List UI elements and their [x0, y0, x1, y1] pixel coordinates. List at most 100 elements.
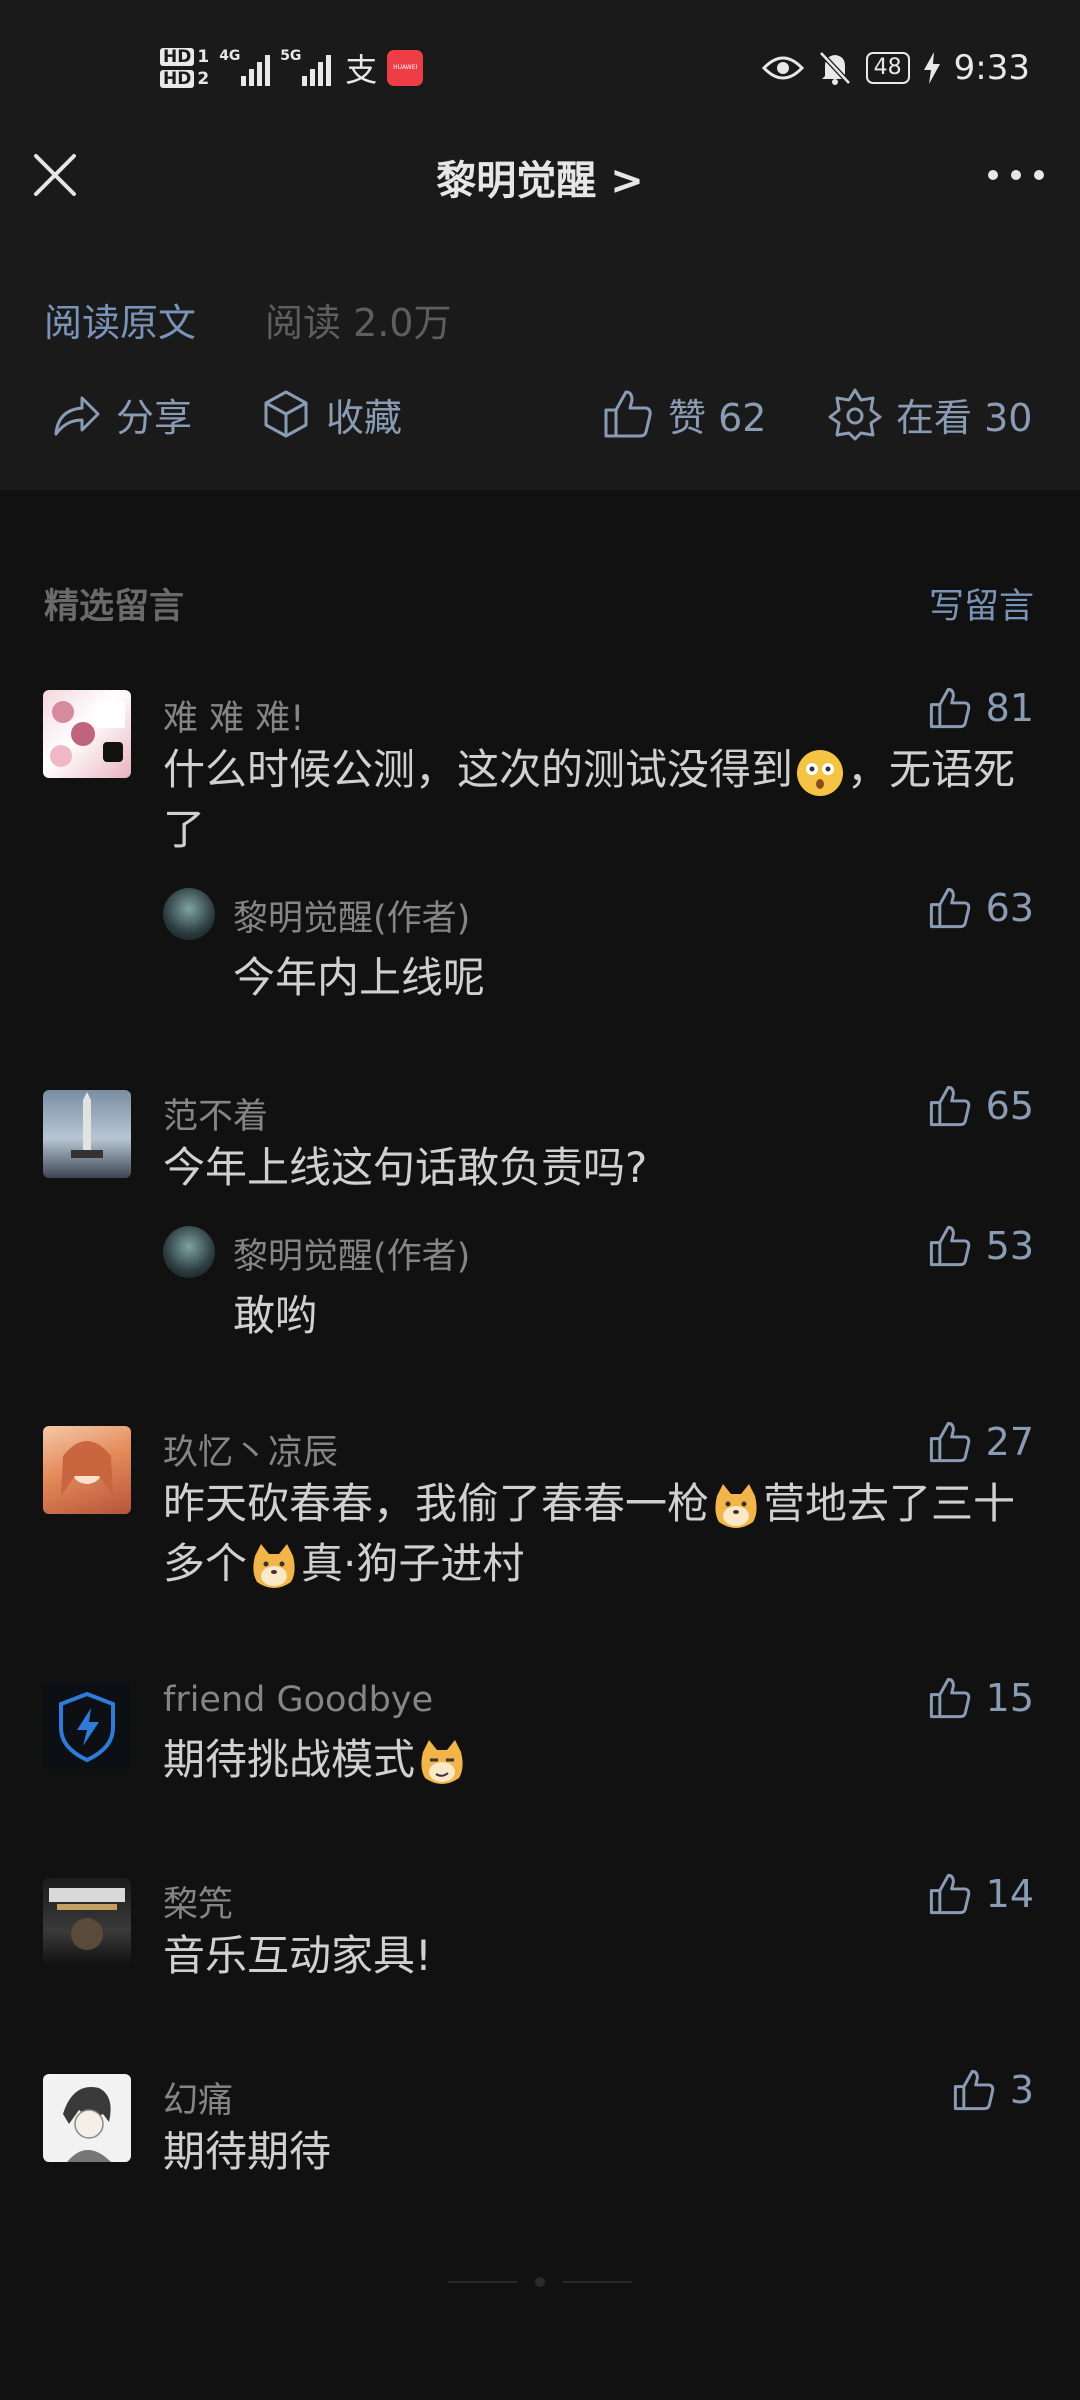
reply-like-button[interactable]: 53 [928, 1224, 1034, 1268]
comment-like-count: 65 [985, 1084, 1034, 1128]
comment-author: 玖忆丶凉辰 [163, 1433, 339, 1473]
reply-text: 敢哟 [233, 1291, 318, 1340]
comment-item: 幻痛 3 期待期待 [0, 2068, 1080, 2192]
sim-2-label: 2 [197, 69, 210, 89]
comment-author: 棃笐 [163, 1885, 234, 1925]
doge-emoji-icon [253, 1543, 295, 1588]
comment-author: 难 难 难! [163, 699, 305, 739]
account-title-link[interactable]: 黎明觉醒 > [0, 148, 1080, 206]
sparkle-icon [828, 388, 882, 441]
comment-author: 幻痛 [163, 2081, 234, 2121]
reply-like-button[interactable]: 63 [928, 886, 1034, 930]
comment-item: 范不着 65 今年上线这句话敢负责吗? 黎明觉醒(作者) 53 敢哟 [0, 1084, 1080, 1348]
signal-4g-icon: 4G [219, 48, 271, 86]
dizzy-face-emoji-icon [797, 749, 844, 796]
status-bar: HD 1 HD 2 4G 5G 支 HUAWEI 48 9:33 [0, 0, 1080, 135]
thumbs-up-icon [929, 887, 970, 929]
comment-text: 今年上线这句话敢负责吗? [163, 1143, 648, 1192]
avatar[interactable] [43, 1878, 131, 1966]
comment-text: 什么时候公测，这次的测试没得到 ，无语死了 [163, 740, 1033, 860]
like-count-label: 赞 62 [668, 395, 767, 440]
comment-like-button[interactable]: 14 [928, 1872, 1034, 1916]
watching-button[interactable]: 在看 30 [828, 384, 1032, 444]
comment-author: friend Goodbye [163, 1680, 434, 1720]
status-left: HD 1 HD 2 4G 5G 支 HUAWEI [160, 38, 424, 98]
comment-like-count: 14 [985, 1872, 1034, 1916]
comment-text: 音乐互动家具! [163, 1931, 432, 1980]
comment-text-part: 期待挑战模式 [163, 1735, 416, 1784]
thumbs-up-icon [953, 2069, 995, 2111]
network-type-label: 5G [280, 48, 302, 64]
avatar[interactable] [43, 2074, 131, 2162]
comment-item: friend Goodbye 15 期待挑战模式 [0, 1676, 1080, 1800]
alipay-icon: 支 [345, 51, 378, 89]
write-comment-button[interactable]: 写留言 [929, 578, 1034, 629]
cube-icon [264, 390, 308, 438]
doge-emoji-icon [715, 1483, 757, 1528]
comment-item: 玖忆丶凉辰 27 昨天砍春春，我偷了春春一枪 营地去了三十多个 真·狗子进村 [0, 1420, 1080, 1604]
comment-text: 期待挑战模式 [163, 1730, 1033, 1790]
comment-text-part: 昨天砍春春，我偷了春春一枪 [163, 1479, 710, 1528]
reply-like-count: 63 [985, 886, 1034, 930]
status-right: 48 9:33 [761, 40, 1030, 96]
reply-like-count: 53 [985, 1224, 1034, 1268]
more-options-icon[interactable] [988, 160, 1044, 190]
thumbs-up-icon [929, 687, 970, 729]
avatar[interactable] [43, 1682, 131, 1770]
comment-item: 难 难 难! 81 什么时候公测，这次的测试没得到 ，无语死了 黎明觉醒(作者) … [0, 686, 1080, 1010]
end-of-list-indicator [448, 2277, 632, 2287]
favorite-label: 收藏 [326, 395, 403, 440]
battery-icon: 48 [865, 52, 910, 84]
comment-like-count: 27 [985, 1420, 1034, 1464]
sim-1-label: 1 [197, 47, 210, 67]
comment-author: 范不着 [163, 1097, 269, 1137]
share-icon [54, 396, 100, 436]
network-type-label: 4G [219, 48, 241, 64]
comment-text: 昨天砍春春，我偷了春春一枪 营地去了三十多个 真·狗子进村 [163, 1474, 1033, 1594]
like-article-button[interactable]: 赞 62 [602, 384, 766, 444]
reply-author: 黎明觉醒(作者) [233, 1237, 471, 1277]
eye-icon [761, 56, 804, 80]
author-avatar[interactable] [163, 1226, 215, 1278]
comment-like-button[interactable]: 15 [928, 1676, 1034, 1720]
clock: 9:33 [953, 48, 1030, 88]
share-label: 分享 [116, 395, 193, 440]
comment-like-count: 81 [985, 686, 1034, 730]
thumbs-up-icon [929, 1225, 970, 1267]
smug-doge-emoji-icon [421, 1739, 463, 1784]
signal-5g-icon: 5G [280, 48, 332, 86]
avatar[interactable] [43, 1090, 131, 1178]
comment-like-count: 15 [985, 1676, 1034, 1720]
comment-like-count: 3 [1009, 2068, 1034, 2112]
comment-text-part: 真·狗子进村 [301, 1539, 525, 1588]
author-avatar[interactable] [163, 888, 215, 940]
thumbs-up-icon [929, 1085, 970, 1127]
avatar[interactable] [43, 1426, 131, 1514]
share-button[interactable]: 分享 [50, 384, 192, 444]
huawei-app-icon: HUAWEI [387, 50, 424, 86]
charging-icon [923, 52, 940, 84]
comment-item: 棃笐 14 音乐互动家具! [0, 1872, 1080, 1996]
comment-text: 期待期待 [163, 2127, 332, 2176]
reply-author: 黎明觉醒(作者) [233, 899, 471, 939]
avatar[interactable] [43, 690, 131, 778]
featured-comments-title: 精选留言 [44, 587, 185, 627]
thumbs-up-icon [929, 1873, 970, 1915]
mute-bell-icon [818, 51, 851, 85]
thumbs-up-icon [604, 390, 652, 438]
hd-badge: HD [160, 48, 195, 66]
comment-like-button[interactable]: 81 [928, 686, 1034, 730]
comment-text-part: 什么时候公测，这次的测试没得到 [163, 745, 794, 794]
favorite-button[interactable]: 收藏 [260, 384, 402, 444]
comment-like-button[interactable]: 27 [928, 1420, 1034, 1464]
read-count: 阅读 2.0万 [265, 301, 452, 345]
comment-like-button[interactable]: 3 [952, 2068, 1034, 2112]
sim-indicators: HD 1 HD 2 [160, 48, 209, 88]
thumbs-up-icon [929, 1421, 970, 1463]
watching-label: 在看 30 [896, 395, 1033, 440]
read-original-link[interactable]: 阅读原文 [44, 292, 196, 347]
comment-like-button[interactable]: 65 [928, 1084, 1034, 1128]
thumbs-up-icon [929, 1677, 970, 1719]
reply-text: 今年内上线呢 [233, 953, 486, 1002]
hd-badge: HD [160, 70, 195, 88]
